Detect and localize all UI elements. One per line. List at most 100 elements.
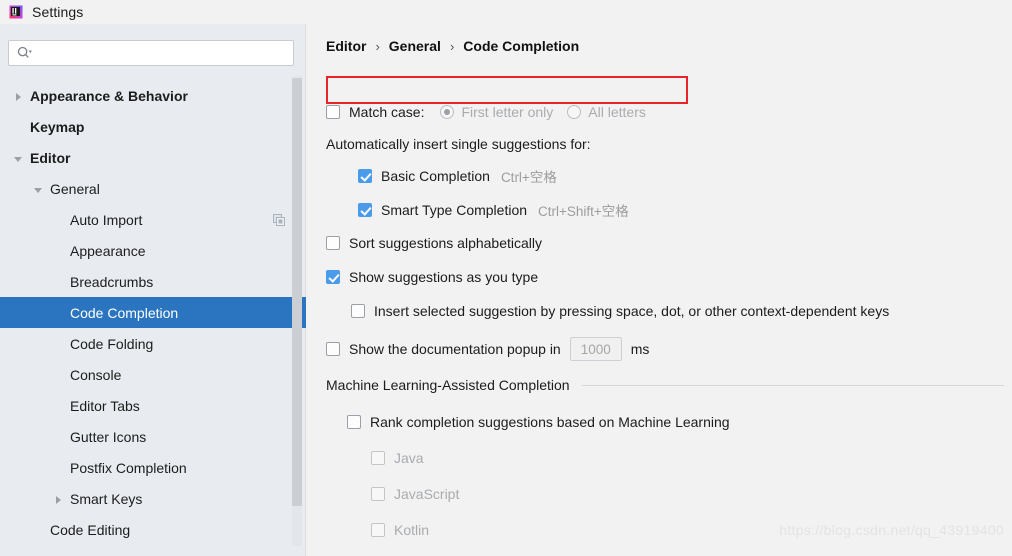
auto-insert-header-label: Automatically insert single suggestions … [326,136,591,152]
ml-kotlin-label: Kotlin [394,522,430,538]
smart-type-completion-label: Smart Type Completion [381,202,528,218]
ml-javascript-label: JavaScript [394,486,460,502]
sidebar-item-label: General [50,180,100,197]
basic-completion-checkbox[interactable] [358,169,372,183]
chevron-right-icon: › [449,38,455,54]
insert-selected-checkbox[interactable] [351,304,365,318]
all-letters-label: All letters [588,104,646,120]
settings-sidebar: Appearance & Behavior Keymap Editor General… [0,24,306,556]
sidebar-item-label: Editor Tabs [70,397,140,414]
ml-section-header: Machine Learning-Assisted Completion [326,377,1004,393]
copy-settings-icon [272,213,286,227]
basic-completion-shortcut: Ctrl+空格 [500,170,557,185]
breadcrumb-item-code-completion: Code Completion [463,38,580,54]
title-bar: Settings [0,0,1012,24]
auto-insert-header: Automatically insert single suggestions … [326,136,591,152]
sidebar-item-smart-keys[interactable]: Smart Keys [0,483,306,514]
search-input[interactable] [37,44,277,62]
window-title: Settings [32,4,84,20]
sidebar-item-label: Breadcrumbs [70,273,154,290]
first-letter-only-label: First letter only [461,104,554,120]
settings-content-panel: Editor › General › Code Completion Match… [307,24,1012,556]
sidebar-item-label: Auto Import [70,211,143,228]
sidebar-item-postfix-completion[interactable]: Postfix Completion [0,452,306,483]
all-letters-radio[interactable] [567,105,582,119]
chevron-down-icon[interactable] [12,152,24,164]
chevron-right-icon[interactable] [12,90,24,102]
sidebar-item-label: Gutter Icons [70,428,147,445]
insert-selected-row: Insert selected suggestion by pressing s… [351,303,889,319]
sidebar-item-general[interactable]: General [0,173,306,204]
sidebar-item-label: Code Completion [70,304,179,321]
search-container [8,40,294,66]
doc-popup-label: Show the documentation popup in [349,341,561,357]
basic-completion-label: Basic Completion [381,168,490,184]
sidebar-item-label: Editor [30,149,71,166]
ml-javascript-checkbox[interactable] [371,487,385,501]
search-field[interactable] [8,40,294,66]
ml-section-title: Machine Learning-Assisted Completion [326,377,570,393]
sidebar-item-appearance[interactable]: Appearance [0,235,306,266]
section-divider [581,384,1004,386]
doc-popup-delay-input[interactable]: 1000 [569,337,622,361]
ml-language-java-row: Java [371,450,424,466]
doc-popup-checkbox[interactable] [326,342,340,356]
intellij-idea-icon [8,4,24,20]
sidebar-item-label: Console [70,366,122,383]
sidebar-item-code-completion[interactable]: Code Completion [0,297,306,328]
sidebar-item-editor[interactable]: Editor [0,142,306,173]
ml-java-label: Java [394,450,424,466]
sidebar-item-editor-tabs[interactable]: Editor Tabs [0,390,306,421]
breadcrumb: Editor › General › Code Completion [326,38,579,54]
sidebar-scrollbar-thumb[interactable] [292,78,302,506]
ml-language-javascript-row: JavaScript [371,486,459,502]
basic-completion-row: Basic Completion Ctrl+空格 [358,166,557,186]
sidebar-item-keymap[interactable]: Keymap [0,111,306,142]
chevron-right-icon[interactable] [52,493,64,505]
chevron-right-icon: › [375,38,380,54]
sort-alphabetically-checkbox[interactable] [326,236,340,250]
sidebar-item-breadcrumbs[interactable]: Breadcrumbs [0,266,306,297]
breadcrumb-item-editor[interactable]: Editor [326,38,366,54]
settings-tree: Appearance & Behavior Keymap Editor General… [0,80,306,556]
first-letter-only-radio[interactable] [440,105,455,119]
show-as-you-type-label: Show suggestions as you type [349,269,539,285]
sort-alphabetically-label: Sort suggestions alphabetically [349,235,543,251]
sidebar-item-code-folding[interactable]: Code Folding [0,328,306,359]
settings-dialog: Settings Appearance & Behavior Keymap Edit… [0,0,1012,556]
sidebar-item-label: Code Editing [50,521,131,538]
search-icon [17,46,33,60]
sidebar-item-console[interactable]: Console [0,359,306,390]
breadcrumb-item-general[interactable]: General [389,38,441,54]
show-as-you-type-checkbox[interactable] [326,270,340,284]
ml-rank-row: Rank completion suggestions based on Mac… [347,414,730,430]
ml-rank-label: Rank completion suggestions based on Mac… [370,414,730,430]
sidebar-item-appearance-behavior[interactable]: Appearance & Behavior [0,80,306,111]
chevron-down-icon[interactable] [32,183,44,195]
match-case-label: Match case: [349,104,425,120]
sidebar-item-label: Appearance [70,242,146,259]
watermark: https://blog.csdn.net/qq_43919400 [779,522,1004,538]
sidebar-item-label: Code Folding [70,335,154,352]
insert-selected-label: Insert selected suggestion by pressing s… [374,303,890,319]
doc-popup-row: Show the documentation popup in 1000 ms [326,337,649,361]
match-case-row: Match case: First letter only All letter… [326,104,646,120]
smart-type-completion-checkbox[interactable] [358,203,372,217]
match-case-checkbox[interactable] [326,105,340,119]
smart-type-completion-row: Smart Type Completion Ctrl+Shift+空格 [358,200,629,220]
ml-language-kotlin-row: Kotlin [371,522,429,538]
sidebar-item-gutter-icons[interactable]: Gutter Icons [0,421,306,452]
sort-alphabetically-row: Sort suggestions alphabetically [326,235,542,251]
sidebar-item-code-editing[interactable]: Code Editing [0,514,306,545]
ml-java-checkbox[interactable] [371,451,385,465]
doc-popup-unit-label: ms [630,341,650,357]
sidebar-item-label: Postfix Completion [70,459,187,476]
ml-kotlin-checkbox[interactable] [371,523,385,537]
smart-type-completion-shortcut: Ctrl+Shift+空格 [538,204,629,219]
sidebar-item-label: Appearance & Behavior [30,87,188,104]
sidebar-item-label: Keymap [30,118,85,135]
sidebar-item-auto-import[interactable]: Auto Import [0,204,306,235]
ml-rank-checkbox[interactable] [347,415,361,429]
show-as-you-type-row: Show suggestions as you type [326,269,538,285]
sidebar-item-label: Smart Keys [70,490,143,507]
